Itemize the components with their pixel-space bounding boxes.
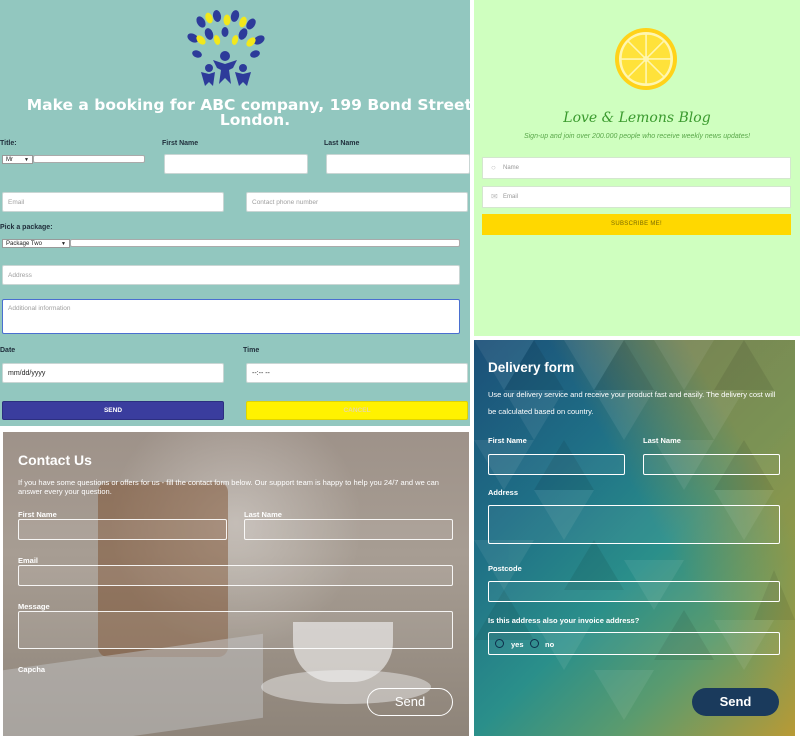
info-placeholder: Additional information [8,305,71,312]
yes-radio[interactable] [495,639,504,648]
package-label: Pick a package: [0,224,53,231]
send-button[interactable]: Send [367,688,453,716]
newsletter-panel: Love & Lemons Blog Sign-up and join over… [474,0,800,336]
time-value: --:-- -- [252,370,270,377]
first-name-input[interactable] [488,454,625,475]
email-placeholder: Email [503,194,519,200]
last-name-label: Last Name [324,140,360,147]
invoice-radio-group: yes no [488,632,780,655]
title-label: Title: [0,140,17,147]
no-label: no [545,640,555,649]
message-textarea[interactable] [18,611,453,649]
package-select[interactable]: Package Two ▼ [2,239,70,248]
last-name-label: Last Name [244,510,282,519]
phone-placeholder: Contact phone number [252,199,319,206]
delivery-description: Use our delivery service and receive you… [488,390,776,416]
yes-label: yes [511,640,524,649]
last-name-label: Last Name [643,436,681,445]
email-input[interactable] [18,565,453,586]
first-name-label: First Name [18,510,57,519]
time-label: Time [243,347,260,354]
time-input[interactable]: --:-- -- [246,363,468,383]
title-select-value: Mr [6,157,13,163]
last-name-input[interactable] [326,154,470,174]
blog-subtitle: Sign-up and join over 200.000 people who… [523,133,751,140]
address-placeholder: Address [8,272,32,279]
address-label: Address [488,488,519,497]
phone-input[interactable]: Contact phone number [246,192,468,212]
first-name-label: First Name [488,436,527,445]
title-select-extension [33,155,145,163]
lemon-slice-icon [615,28,677,90]
package-select-extension [70,239,460,247]
mail-icon: ✉ [491,192,498,201]
postcode-label: Postcode [488,564,522,573]
address-textarea[interactable] [488,505,780,544]
delivery-title: Delivery form [488,360,575,375]
email-placeholder: Email [8,199,25,206]
booking-title: Make a booking for ABC company, 199 Bond… [26,96,470,129]
caret-down-icon: ▼ [61,241,66,247]
message-label: Message [18,602,50,611]
subscribe-button[interactable]: SUBSCRIBE ME! [482,214,791,235]
name-input[interactable]: ○ Name [482,157,791,179]
contact-title: Contact Us [18,452,92,468]
booking-form-panel: Make a booking for ABC company, 199 Bond… [0,0,470,426]
last-name-input[interactable] [643,454,780,475]
invoice-question: Is this address also your invoice addres… [488,616,640,625]
captcha-label: Capcha [18,665,46,674]
email-input[interactable]: Email [2,192,224,212]
contact-form-panel: Contact Us If you have some questions or… [3,432,469,736]
caret-down-icon: ▼ [24,157,29,163]
no-radio[interactable] [530,639,539,648]
date-input[interactable]: mm/dd/yyyy [2,363,224,383]
first-name-input[interactable] [18,519,227,540]
package-select-value: Package Two [6,241,42,247]
first-name-label: First Name [162,140,199,147]
date-label: Date [0,347,16,354]
send-button[interactable]: Send [692,688,779,716]
email-input[interactable]: ✉ Email [482,186,791,208]
date-value: mm/dd/yyyy [8,370,46,377]
user-icon: ○ [491,163,496,172]
first-name-input[interactable] [164,154,308,174]
tree-people-logo [187,10,265,86]
postcode-input[interactable] [488,581,780,602]
delivery-form-panel: Delivery form Use our delivery service a… [474,340,795,736]
contact-description: If you have some questions or offers for… [18,478,439,496]
send-button[interactable]: SEND [2,401,224,420]
blog-title: Love & Lemons Blog [563,110,711,126]
additional-info-textarea[interactable]: Additional information [2,299,460,334]
last-name-input[interactable] [244,519,453,540]
title-select[interactable]: Mr ▼ [2,155,33,164]
email-label: Email [18,556,39,565]
address-input[interactable]: Address [2,265,460,285]
name-placeholder: Name [503,165,520,171]
cancel-button[interactable]: CANCEL [246,401,468,420]
